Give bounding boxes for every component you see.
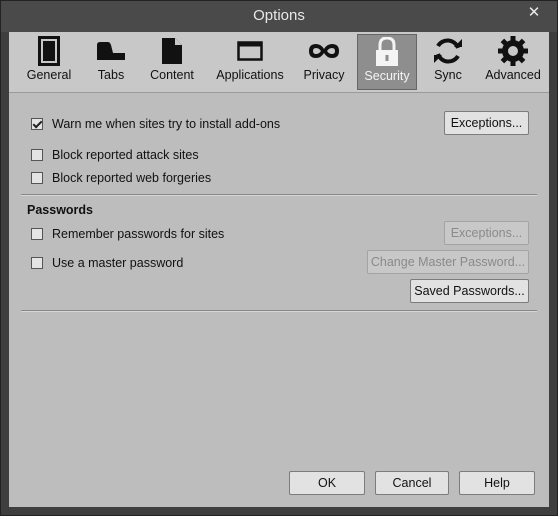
- security-panel: Warn me when sites try to install add-on…: [9, 93, 549, 507]
- tab-label: Privacy: [303, 68, 345, 82]
- tabs-icon: [87, 34, 135, 68]
- saved-passwords-button[interactable]: Saved Passwords...: [410, 279, 529, 303]
- lock-icon: [358, 35, 416, 69]
- tab-label: Advanced: [485, 68, 541, 82]
- separator: [21, 194, 537, 196]
- window-title: Options: [253, 7, 305, 24]
- tab-label: Content: [150, 68, 194, 82]
- block-forgeries-row[interactable]: Block reported web forgeries: [31, 170, 211, 186]
- tab-label: General: [26, 68, 72, 82]
- password-exceptions-button[interactable]: Exceptions...: [444, 221, 529, 245]
- tab-advanced[interactable]: Advanced: [479, 34, 547, 90]
- change-master-password-button[interactable]: Change Master Password...: [367, 250, 529, 274]
- ok-button[interactable]: OK: [289, 471, 365, 495]
- privacy-icon: [297, 34, 351, 68]
- titlebar: Options ✕: [1, 1, 557, 32]
- block-forgeries-label: Block reported web forgeries: [52, 171, 212, 185]
- tab-tabs[interactable]: Tabs: [87, 34, 135, 90]
- remember-passwords-row[interactable]: Remember passwords for sites: [31, 226, 224, 242]
- block-attack-row[interactable]: Block reported attack sites: [31, 147, 199, 163]
- master-password-checkbox[interactable]: [31, 257, 43, 269]
- remember-passwords-checkbox[interactable]: [31, 228, 43, 240]
- warn-addons-label: Warn me when sites try to install add-on…: [52, 117, 281, 131]
- sync-icon: [423, 34, 473, 68]
- tab-label: Sync: [434, 68, 462, 82]
- addons-exceptions-button[interactable]: Exceptions...: [444, 111, 529, 135]
- content-icon: [143, 34, 201, 68]
- tab-security[interactable]: Security: [357, 34, 417, 90]
- tab-general[interactable]: General: [19, 34, 79, 90]
- tab-content[interactable]: Content: [143, 34, 201, 90]
- block-forgeries-checkbox[interactable]: [31, 172, 43, 184]
- tab-label: Applications: [216, 68, 284, 82]
- cancel-button[interactable]: Cancel: [375, 471, 449, 495]
- tab-label: Security: [364, 69, 410, 83]
- separator: [21, 310, 537, 312]
- applications-icon: [209, 34, 291, 68]
- warn-addons-checkbox[interactable]: [31, 118, 43, 130]
- help-button[interactable]: Help: [459, 471, 535, 495]
- tab-applications[interactable]: Applications: [209, 34, 291, 90]
- warn-addons-row[interactable]: Warn me when sites try to install add-on…: [31, 116, 280, 132]
- pane-toolbar: General Tabs Content Applications Privac…: [9, 32, 549, 93]
- tab-label: Tabs: [97, 68, 125, 82]
- gear-icon: [479, 34, 547, 68]
- options-window: Options ✕ General Tabs Content Applicati…: [0, 0, 558, 516]
- general-icon: [19, 34, 79, 68]
- dialog-content: General Tabs Content Applications Privac…: [9, 32, 549, 507]
- block-attack-checkbox[interactable]: [31, 149, 43, 161]
- block-attack-label: Block reported attack sites: [52, 148, 199, 162]
- tab-sync[interactable]: Sync: [423, 34, 473, 90]
- master-password-label: Use a master password: [52, 256, 184, 270]
- tab-privacy[interactable]: Privacy: [297, 34, 351, 90]
- close-button[interactable]: ✕: [519, 3, 549, 23]
- master-password-row[interactable]: Use a master password: [31, 255, 183, 271]
- passwords-section-title: Passwords: [27, 203, 94, 217]
- remember-passwords-label: Remember passwords for sites: [52, 227, 225, 241]
